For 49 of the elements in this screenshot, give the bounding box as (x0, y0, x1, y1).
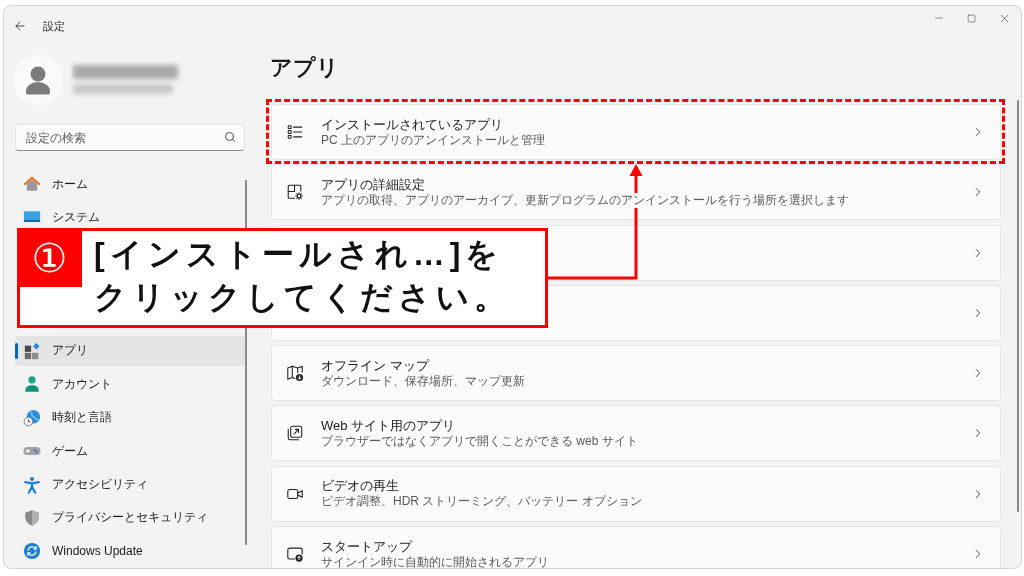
callout-text: [インストールされ…]を (94, 235, 505, 274)
back-arrow-icon (13, 19, 27, 33)
map-download-icon (286, 364, 304, 383)
card-description: アプリの取得、アプリのアーカイブ、更新プログラムのアンインストールを行う場所を選択します (321, 192, 849, 208)
card-title: アプリの詳細設定 (321, 176, 425, 193)
sync-icon (23, 542, 41, 561)
card-description: ビデオ調整、HDR ストリーミング、バッテリー オプション (321, 494, 642, 510)
card-description: サインイン時に自動的に開始されるアプリ (321, 554, 549, 568)
settings-card[interactable]: アプリの詳細設定 アプリの取得、アプリのアーカイブ、更新プログラムのアンインストールを行う場所を選択します (271, 164, 1001, 221)
settings-card[interactable]: オフライン マップ ダウンロード、保存場所、マップ更新 (271, 345, 1001, 402)
house-icon (23, 175, 41, 193)
window-title: 設定 (43, 18, 65, 34)
card-description: ブラウザーではなくアプリで開くことができる web サイト (321, 434, 638, 449)
sidebar-item[interactable]: ホーム (15, 169, 245, 199)
window-gear-icon (286, 183, 304, 202)
sidebar-item[interactable]: アカウント (15, 369, 245, 400)
person-icon (23, 375, 41, 394)
card-title: オフライン マップ (321, 357, 429, 374)
app-grid-icon (23, 341, 41, 360)
step-badge: ① (17, 228, 82, 287)
card-title: Web サイト用のアプリ (321, 418, 456, 434)
card-title: ビデオの再生 (321, 478, 399, 495)
sidebar-item[interactable]: 時刻と言語 (15, 402, 245, 433)
avatar-icon (13, 55, 63, 105)
scroll-bar[interactable] (1017, 100, 1019, 512)
sidebar-item[interactable]: アクセシビリティ (15, 469, 245, 500)
selection-indicator (15, 342, 18, 359)
window-arrow-icon (286, 545, 304, 564)
shield-icon (23, 508, 41, 527)
card-description: ダウンロード、保存場所、マップ更新 (321, 373, 525, 389)
card-title: インストールされているアプリ (321, 116, 503, 133)
sidebar-item[interactable]: Windows Update (15, 536, 245, 567)
accessibility-icon (23, 475, 41, 494)
card-description: PC 上のアプリのアンインストールと管理 (321, 132, 545, 148)
sidebar-item[interactable]: プライバシーとセキュリティ (15, 502, 245, 533)
globe-clock-icon (23, 408, 41, 427)
sidebar-item[interactable]: アプリ (15, 335, 245, 366)
settings-card[interactable]: スタートアップ サインイン時に自動的に開始されるアプリ (271, 526, 1001, 568)
search-field[interactable]: 設定の検索 (15, 124, 245, 151)
page-title: アプリ (270, 54, 340, 82)
external-link-icon (286, 424, 304, 443)
card-title: スタートアップ (321, 538, 412, 555)
list-icon (286, 123, 304, 141)
maximize-icon (967, 13, 976, 23)
callout-text: クリックしてください。 (94, 278, 511, 317)
search-icon (224, 131, 236, 143)
settings-card[interactable]: ビデオの再生 ビデオ調整、HDR ストリーミング、バッテリー オプション (271, 465, 1001, 522)
sidebar-item[interactable]: ゲーム (15, 436, 245, 467)
settings-card[interactable]: Web サイト用のアプリ ブラウザーではなくアプリで開くことができる web サイト (271, 405, 1001, 462)
